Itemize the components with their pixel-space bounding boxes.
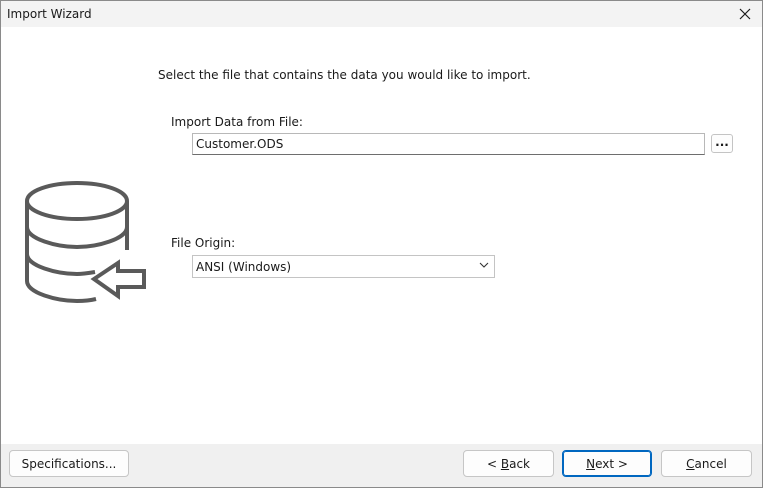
button-bar: Specifications... < Back Next > Cancel xyxy=(1,444,762,487)
browse-button[interactable]: ... xyxy=(711,134,733,153)
close-icon xyxy=(739,8,751,20)
next-label-mnemonic: N xyxy=(586,456,596,471)
specifications-button[interactable]: Specifications... xyxy=(9,450,129,477)
back-button[interactable]: < Back xyxy=(463,450,554,477)
back-label-mnemonic: B xyxy=(500,456,510,471)
instruction-text: Select the file that contains the data y… xyxy=(158,68,531,82)
file-origin-label: File Origin: xyxy=(171,236,236,250)
file-origin-select[interactable]: ANSI (Windows) xyxy=(192,255,495,278)
cancel-button[interactable]: Cancel xyxy=(661,450,752,477)
import-file-input[interactable] xyxy=(192,133,705,155)
wizard-body: Select the file that contains the data y… xyxy=(4,27,758,444)
next-label-rest: ext > xyxy=(595,456,628,471)
specifications-label: Specifications... xyxy=(21,456,117,471)
window-title: Import Wizard xyxy=(7,7,92,21)
file-origin-value: ANSI (Windows) xyxy=(196,260,292,274)
back-label-prefix: < xyxy=(486,456,501,471)
cancel-label-rest: ancel xyxy=(694,456,727,471)
title-bar: Import Wizard xyxy=(1,1,762,27)
close-button[interactable] xyxy=(728,1,762,27)
back-label-rest: ack xyxy=(509,456,530,471)
import-file-label: Import Data from File: xyxy=(171,115,303,129)
chevron-down-icon xyxy=(479,262,489,268)
cancel-label-mnemonic: C xyxy=(686,456,695,471)
import-wizard-dialog: Import Wizard Select the file that conta… xyxy=(0,0,763,488)
database-import-icon xyxy=(24,177,148,308)
next-button[interactable]: Next > xyxy=(562,450,652,477)
